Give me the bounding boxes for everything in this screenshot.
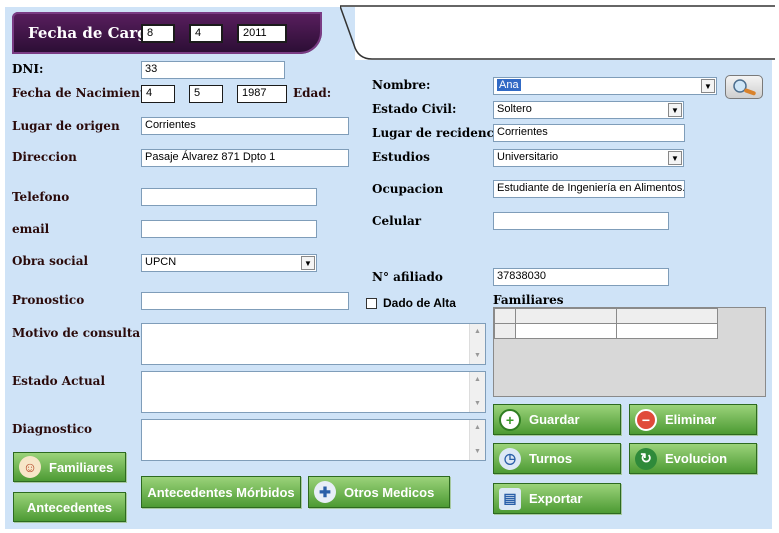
exportar-button[interactable]: ▤ Exportar xyxy=(493,483,621,514)
antecedentes-morbidos-button[interactable]: Antecedentes Mórbidos xyxy=(141,476,301,508)
family-table xyxy=(494,308,718,339)
minus-icon: − xyxy=(635,408,657,431)
diagnosis-textarea[interactable]: ▲ ▼ xyxy=(141,419,486,461)
familiares-button[interactable]: ☺ Familiares xyxy=(13,452,126,482)
civil-status-value: Soltero xyxy=(497,103,532,115)
chevron-down-icon[interactable]: ▼ xyxy=(701,79,715,93)
diagnosis-label: Diagnostico xyxy=(12,422,93,436)
antecedentes-morbidos-label: Antecedentes Mórbidos xyxy=(147,484,295,500)
email-label: email xyxy=(12,222,50,236)
civil-status-label: Estado Civil: xyxy=(372,102,457,116)
residence-input[interactable]: Corrientes xyxy=(493,124,685,142)
export-icon: ▤ xyxy=(499,487,521,510)
eliminar-label: Eliminar xyxy=(665,412,717,427)
discharged-label: Dado de Alta xyxy=(383,296,456,310)
antecedentes-button[interactable]: Antecedentes xyxy=(13,492,126,522)
header-title: Fecha de Carga xyxy=(28,24,158,42)
current-state-label: Estado Actual xyxy=(12,374,106,388)
scrollbar[interactable]: ▲ ▼ xyxy=(469,420,485,460)
tab-outline xyxy=(340,5,775,60)
search-button[interactable] xyxy=(725,75,763,99)
age-label: Edad: xyxy=(293,86,332,100)
email-input[interactable] xyxy=(141,220,317,238)
phone-input[interactable] xyxy=(141,188,317,206)
scrollbar[interactable]: ▲ ▼ xyxy=(469,372,485,412)
occupation-label: Ocupacion xyxy=(372,182,444,196)
antecedentes-button-label: Antecedentes xyxy=(26,499,113,515)
clock-icon: ◷ xyxy=(499,447,521,470)
origin-label: Lugar de origen xyxy=(12,119,120,133)
studies-select[interactable]: Universitario ▼ xyxy=(493,149,684,167)
phone-label: Telefono xyxy=(12,190,70,204)
chevron-down-icon[interactable]: ▼ xyxy=(301,256,315,270)
load-year-input[interactable]: 2011 xyxy=(237,24,287,43)
prognosis-input[interactable] xyxy=(141,292,349,310)
birth-year-input[interactable]: 1987 xyxy=(237,85,287,103)
evolucion-label: Evolucion xyxy=(665,451,728,466)
search-icon xyxy=(733,79,756,96)
current-state-textarea[interactable]: ▲ ▼ xyxy=(141,371,486,413)
cell-label: Celular xyxy=(372,214,422,228)
insurance-value: UPCN xyxy=(145,256,177,268)
address-input[interactable]: Pasaje Álvarez 871 Dpto 1 xyxy=(141,149,349,167)
birth-day-input[interactable]: 4 xyxy=(141,85,175,103)
turnos-button[interactable]: ◷ Turnos xyxy=(493,443,621,474)
birth-date-label: Fecha de Nacimiento xyxy=(12,86,154,100)
insurance-label: Obra social xyxy=(12,254,89,268)
familiares-button-label: Familiares xyxy=(49,459,114,475)
turnos-label: Turnos xyxy=(529,451,573,466)
discharged-checkbox[interactable] xyxy=(366,298,377,309)
dni-label: DNI: xyxy=(12,62,44,76)
birth-month-input[interactable]: 5 xyxy=(189,85,223,103)
studies-label: Estudios xyxy=(372,150,430,164)
affiliate-label: N° afiliado xyxy=(372,270,443,284)
origin-input[interactable]: Corrientes xyxy=(141,117,349,135)
address-label: Direccion xyxy=(12,150,77,164)
prognosis-label: Pronostico xyxy=(12,293,85,307)
civil-status-select[interactable]: Soltero ▼ xyxy=(493,101,684,119)
guardar-button[interactable]: + Guardar xyxy=(493,404,621,435)
doctor-icon: ✚ xyxy=(314,481,336,503)
load-day-input[interactable]: 8 xyxy=(141,24,175,43)
load-month-input[interactable]: 4 xyxy=(189,24,223,43)
scrollbar[interactable]: ▲ ▼ xyxy=(469,324,485,364)
eliminar-button[interactable]: − Eliminar xyxy=(629,404,757,435)
family-grid[interactable] xyxy=(493,307,766,397)
occupation-input[interactable]: Estudiante de Ingeniería en Alimentos. I xyxy=(493,180,685,198)
reason-textarea[interactable]: ▲ ▼ xyxy=(141,323,486,365)
exportar-label: Exportar xyxy=(529,491,583,506)
otros-medicos-label: Otros Medicos xyxy=(344,484,435,500)
family-label: Familiares xyxy=(493,293,564,307)
otros-medicos-button[interactable]: ✚ Otros Medicos xyxy=(308,476,450,508)
refresh-icon: ↻ xyxy=(635,447,657,470)
insurance-select[interactable]: UPCN ▼ xyxy=(141,254,317,272)
chevron-down-icon[interactable]: ▼ xyxy=(668,151,682,165)
affiliate-input[interactable]: 37838030 xyxy=(493,268,669,286)
cell-input[interactable] xyxy=(493,212,669,230)
people-icon: ☺ xyxy=(19,456,41,478)
evolucion-button[interactable]: ↻ Evolucion xyxy=(629,443,757,474)
chevron-down-icon[interactable]: ▼ xyxy=(668,103,682,117)
name-value: Ana xyxy=(497,79,521,91)
name-label: Nombre: xyxy=(372,78,431,92)
residence-label: Lugar de recidencia xyxy=(372,126,507,140)
dni-input[interactable]: 33 xyxy=(141,61,285,79)
name-select[interactable]: Ana ▼ xyxy=(493,77,717,95)
plus-icon: + xyxy=(499,408,521,431)
guardar-label: Guardar xyxy=(529,412,580,427)
reason-label: Motivo de consulta xyxy=(12,326,141,340)
studies-value: Universitario xyxy=(497,151,559,163)
